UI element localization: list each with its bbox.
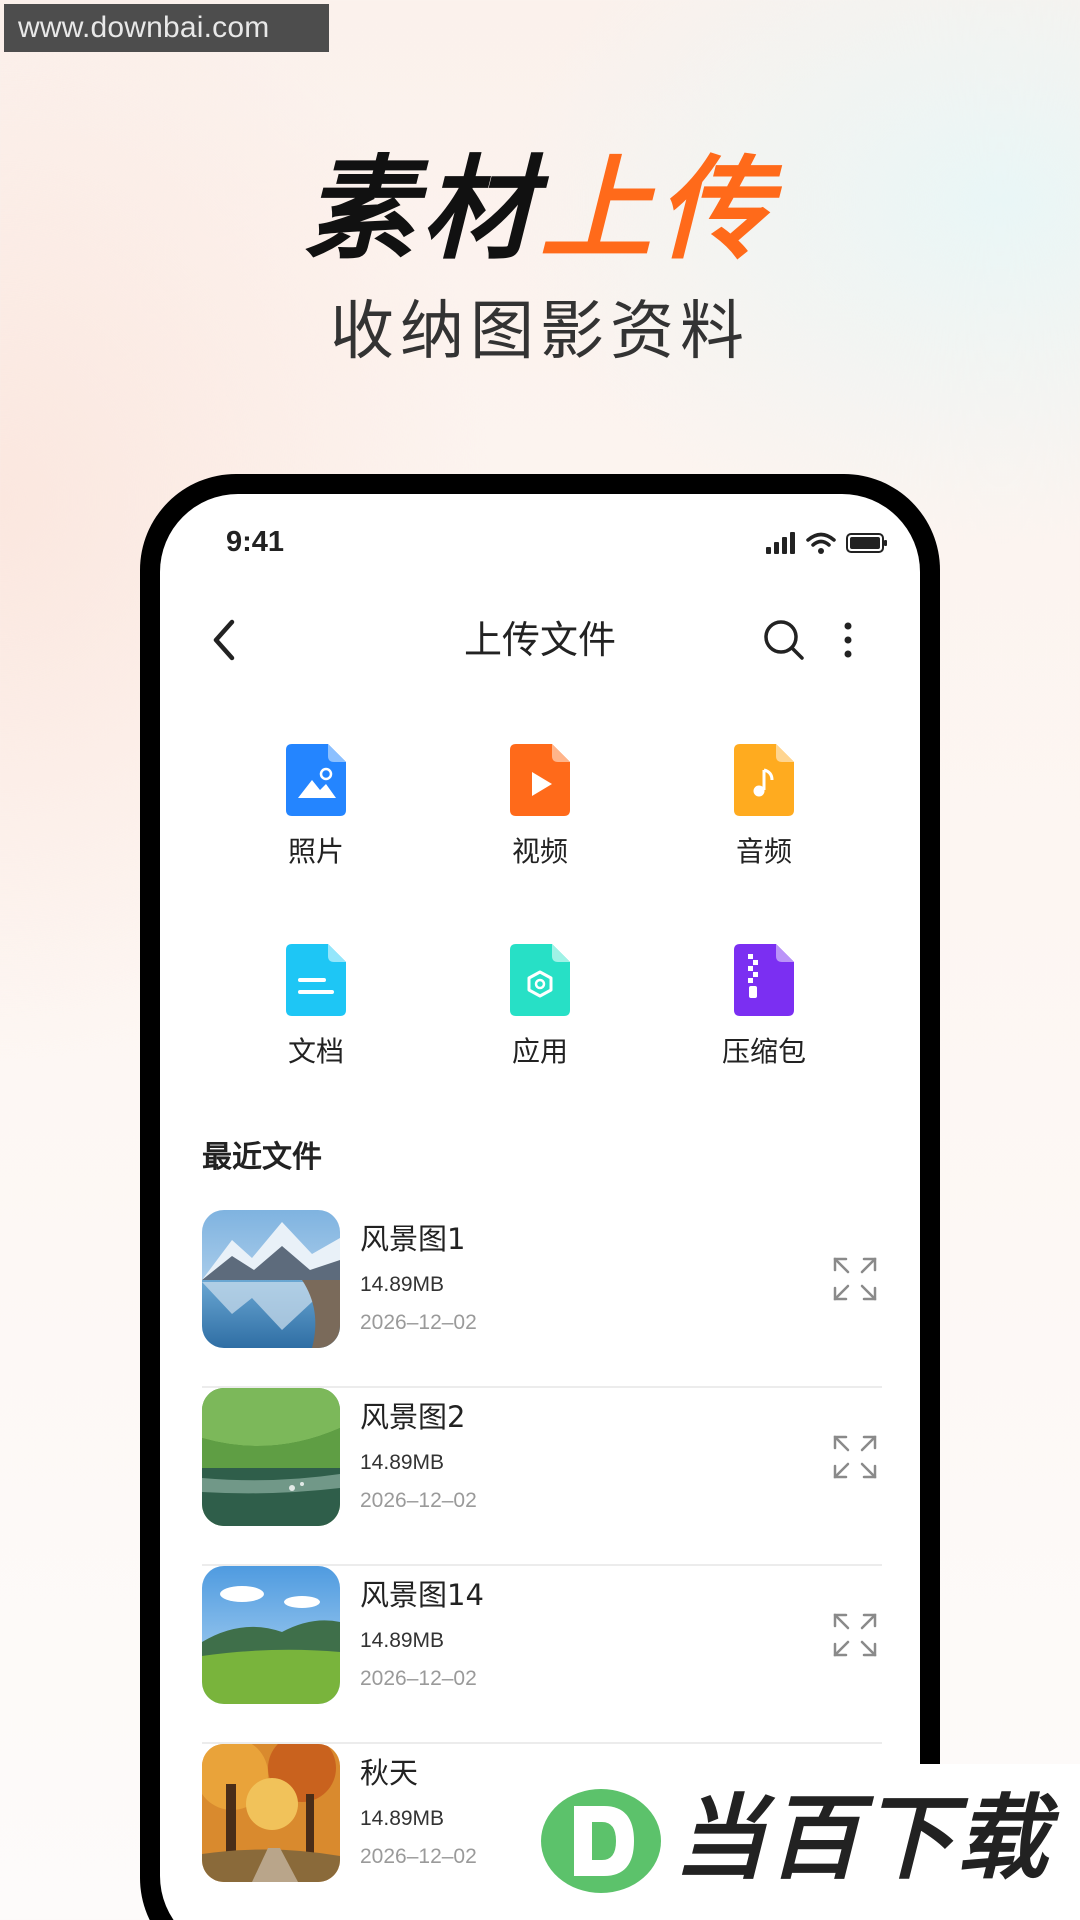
file-row[interactable]: 风景图14 14.89MB 2026–12–02: [202, 1566, 882, 1744]
watermark-url: www.downbai.com: [4, 4, 329, 52]
app-file-icon: [510, 944, 570, 1016]
status-bar: 9:41: [160, 494, 920, 590]
category-label: 音频: [735, 835, 792, 868]
search-icon[interactable]: [760, 616, 808, 664]
audio-file-icon: [734, 744, 794, 816]
status-icons: [766, 530, 888, 556]
category-label: 压缩包: [721, 1035, 806, 1068]
expand-icon[interactable]: [832, 1256, 878, 1302]
mountain-lake-thumbnail: [202, 1210, 340, 1348]
nav-bar: 上传文件: [160, 590, 920, 690]
expand-icon[interactable]: [832, 1612, 878, 1658]
category-label: 照片: [287, 835, 344, 868]
video-file-icon: [510, 744, 570, 816]
category-photos[interactable]: 照片: [226, 744, 406, 894]
green-hills-sky-thumbnail: [202, 1566, 340, 1704]
file-size: 14.89MB: [360, 1629, 445, 1652]
green-meadow-lake-thumbnail: [202, 1388, 340, 1526]
recent-files-title: 最近文件: [202, 1140, 322, 1175]
category-label: 文档: [287, 1035, 344, 1068]
category-apps[interactable]: 应用: [450, 944, 630, 1094]
file-name: 风景图1: [360, 1222, 466, 1256]
file-name: 风景图2: [360, 1400, 466, 1434]
file-date: 2026–12–02: [360, 1667, 477, 1690]
category-zip[interactable]: 压缩包: [674, 944, 854, 1094]
file-date: 2026–12–02: [360, 1489, 477, 1512]
document-file-icon: [286, 944, 346, 1016]
file-name: 风景图14: [360, 1578, 484, 1612]
image-file-icon: [286, 744, 346, 816]
category-label: 应用: [511, 1035, 568, 1068]
category-documents[interactable]: 文档: [226, 944, 406, 1094]
watermark-logo-text: 当百下载: [674, 1785, 1051, 1892]
watermark-logo: 当百下载: [524, 1764, 1080, 1920]
more-vertical-icon[interactable]: [836, 612, 860, 668]
autumn-trees-thumbnail: [202, 1744, 340, 1882]
file-date: 2026–12–02: [360, 1845, 477, 1868]
zip-file-icon: [734, 944, 794, 1016]
status-time: 9:41: [226, 526, 285, 558]
file-name: 秋天: [360, 1756, 419, 1790]
file-row[interactable]: 风景图2 14.89MB 2026–12–02: [202, 1388, 882, 1566]
category-audio[interactable]: 音频: [674, 744, 854, 894]
promo-headline: 素材上传: [0, 150, 1080, 270]
headline-part1: 素材: [304, 145, 540, 275]
signal-icon: [766, 532, 795, 554]
category-label: 视频: [511, 835, 568, 868]
file-date: 2026–12–02: [360, 1311, 477, 1334]
headline-part2: 上传: [540, 145, 776, 275]
phone-screen: 9:41 上传文件 照片 视频 音频 文档 应用 压缩包 最近文件 风景图1 1…: [160, 494, 920, 1920]
file-size: 14.89MB: [360, 1451, 445, 1474]
downbai-logo-icon: [541, 1789, 661, 1893]
wifi-icon: [806, 532, 836, 554]
file-row[interactable]: 风景图1 14.89MB 2026–12–02: [202, 1210, 882, 1388]
promo-subtitle: 收纳图影资料: [330, 295, 750, 369]
expand-icon[interactable]: [832, 1434, 878, 1480]
file-size: 14.89MB: [360, 1807, 445, 1830]
battery-icon: [846, 533, 887, 553]
file-size: 14.89MB: [360, 1273, 445, 1296]
category-videos[interactable]: 视频: [450, 744, 630, 894]
